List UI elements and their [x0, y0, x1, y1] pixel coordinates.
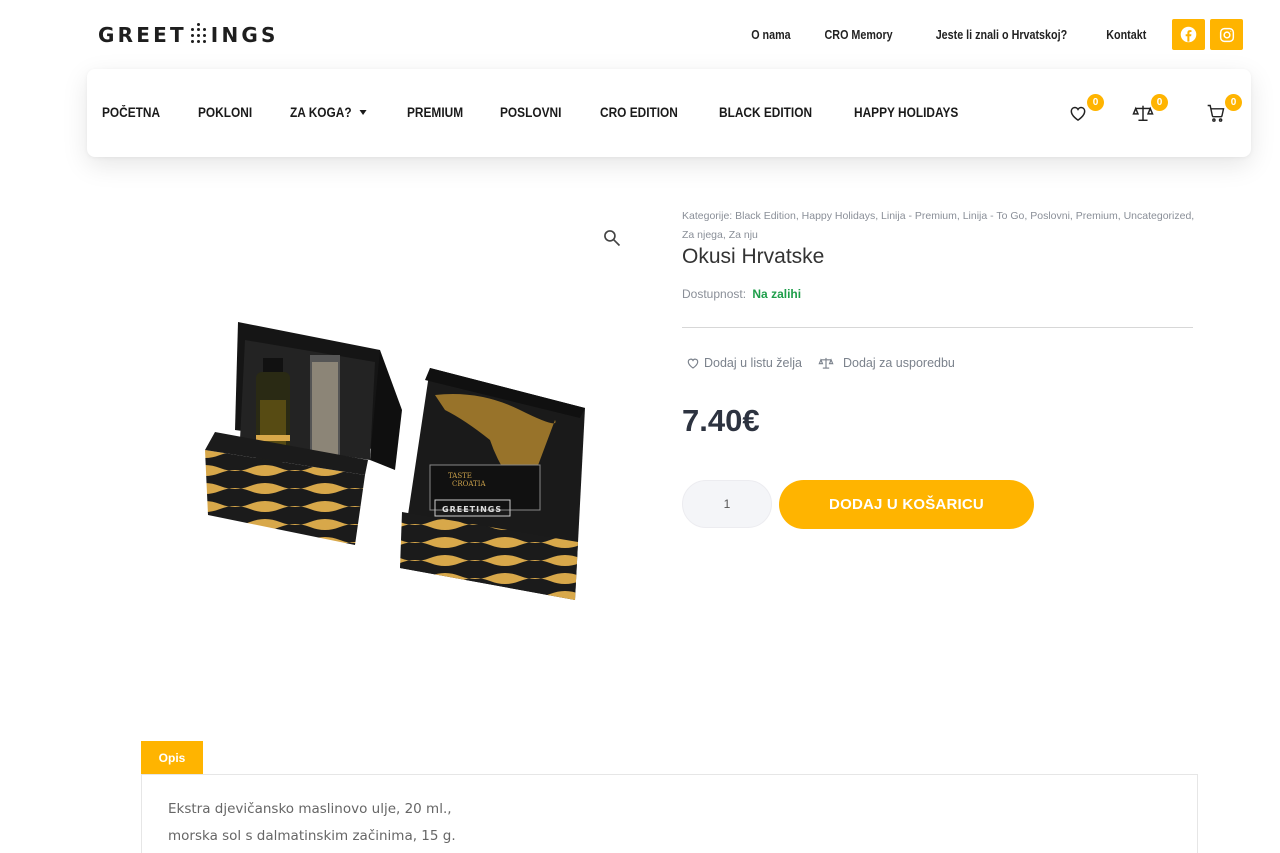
menu-label: ZA KOGA? — [289, 105, 352, 120]
product-image[interactable]: TASTE CROATIA GREETINGS — [190, 300, 610, 620]
menu-label: HAPPY HOLIDAYS — [854, 105, 959, 120]
facebook-icon — [1180, 26, 1197, 43]
link-cro-memory[interactable]: CRO Memory — [825, 28, 893, 42]
magnifier-icon — [604, 230, 621, 247]
description-line: morska sol s dalmatinskim začinima, 15 g… — [168, 828, 456, 844]
stock-label: Dostupnost: — [682, 287, 747, 301]
menu-label: POČETNA — [102, 105, 161, 120]
add-to-cart-button[interactable]: DODAJ U KOŠARICU — [779, 480, 1034, 529]
facebook-button[interactable] — [1172, 19, 1205, 50]
menu-item-poslovni[interactable]: POSLOVNI — [500, 105, 561, 120]
menu-label: POSLOVNI — [500, 105, 562, 120]
menu-item-pocetna[interactable]: POČETNA — [102, 105, 160, 120]
menu-item-happy-holidays[interactable]: HAPPY HOLIDAYS — [854, 105, 958, 120]
cart-icon — [1207, 104, 1225, 122]
link-o-nama[interactable]: O nama — [751, 28, 790, 42]
menu-label: BLACK EDITION — [718, 105, 812, 120]
link-jeste-li-znali[interactable]: Jeste li znali o Hrvatskoj? — [935, 28, 1066, 42]
instagram-icon — [1219, 27, 1234, 42]
svg-text:CROATIA: CROATIA — [452, 480, 486, 488]
product-box-illustration: TASTE CROATIA GREETINGS — [205, 322, 585, 600]
heart-icon — [687, 358, 699, 369]
cart-button[interactable]: 0 — [1206, 94, 1242, 123]
primary-menu: POČETNA POKLONI ZA KOGA? PREMIUM POSLOVN… — [102, 105, 1003, 120]
chevron-down-icon — [359, 110, 367, 115]
compare-button[interactable]: 0 — [1132, 94, 1168, 123]
site-logo[interactable]: GREET INGS — [98, 22, 279, 48]
instagram-button[interactable] — [1210, 19, 1243, 50]
product-title: Okusi Hrvatske — [682, 245, 825, 268]
wishlist-label: Dodaj u listu želja — [704, 356, 802, 370]
menu-item-pokloni[interactable]: POKLONI — [198, 105, 252, 120]
menu-item-black-edition[interactable]: BLACK EDITION — [719, 105, 812, 120]
box-brand-label: GREETINGS — [442, 505, 502, 514]
add-to-compare-link[interactable]: Dodaj za usporedbu — [818, 356, 955, 370]
quantity-input[interactable]: 1 — [682, 480, 772, 528]
compare-count-badge: 0 — [1151, 94, 1168, 111]
main-navigation: POČETNA POKLONI ZA KOGA? PREMIUM POSLOVN… — [87, 69, 1251, 157]
zoom-button[interactable] — [602, 228, 622, 248]
social-links — [1172, 19, 1243, 50]
menu-item-cro-edition[interactable]: CRO EDITION — [600, 105, 678, 120]
cart-count-badge: 0 — [1225, 94, 1242, 111]
menu-label: POKLONI — [198, 105, 253, 120]
scale-icon — [818, 357, 834, 369]
menu-label: CRO EDITION — [600, 105, 678, 120]
wishlist-count-badge: 0 — [1087, 94, 1104, 111]
logo-sparkle-icon — [189, 23, 209, 45]
heart-icon — [1070, 106, 1086, 121]
compare-label: Dodaj za usporedbu — [843, 356, 955, 370]
top-links: O nama CRO Memory Jeste li znali o Hrvat… — [722, 24, 1150, 46]
svg-text:TASTE: TASTE — [448, 472, 472, 480]
tab-description[interactable]: Opis — [141, 741, 203, 774]
logo-text-left: GREET — [98, 23, 187, 47]
menu-item-premium[interactable]: PREMIUM — [407, 105, 463, 120]
product-categories: Kategorije: Black Edition, Happy Holiday… — [682, 207, 1202, 245]
divider — [682, 327, 1193, 328]
add-to-wishlist-link[interactable]: Dodaj u listu želja — [686, 356, 802, 370]
logo-text-right: INGS — [210, 23, 279, 47]
link-kontakt[interactable]: Kontakt — [1107, 28, 1147, 42]
menu-label: PREMIUM — [406, 105, 463, 120]
stock-status: Dostupnost: Na zalihi — [682, 287, 801, 301]
categories-links[interactable]: Black Edition, Happy Holidays, Linija - … — [682, 210, 1194, 241]
wishlist-button[interactable]: 0 — [1068, 94, 1104, 123]
description-line: Ekstra djevičansko maslinovo ulje, 20 ml… — [168, 801, 452, 817]
categories-label: Kategorije: — [682, 210, 733, 222]
product-price: 7.40€ — [682, 403, 760, 438]
scale-icon — [1132, 105, 1154, 121]
menu-item-za-koga[interactable]: ZA KOGA? — [290, 105, 367, 120]
stock-value: Na zalihi — [752, 287, 802, 301]
